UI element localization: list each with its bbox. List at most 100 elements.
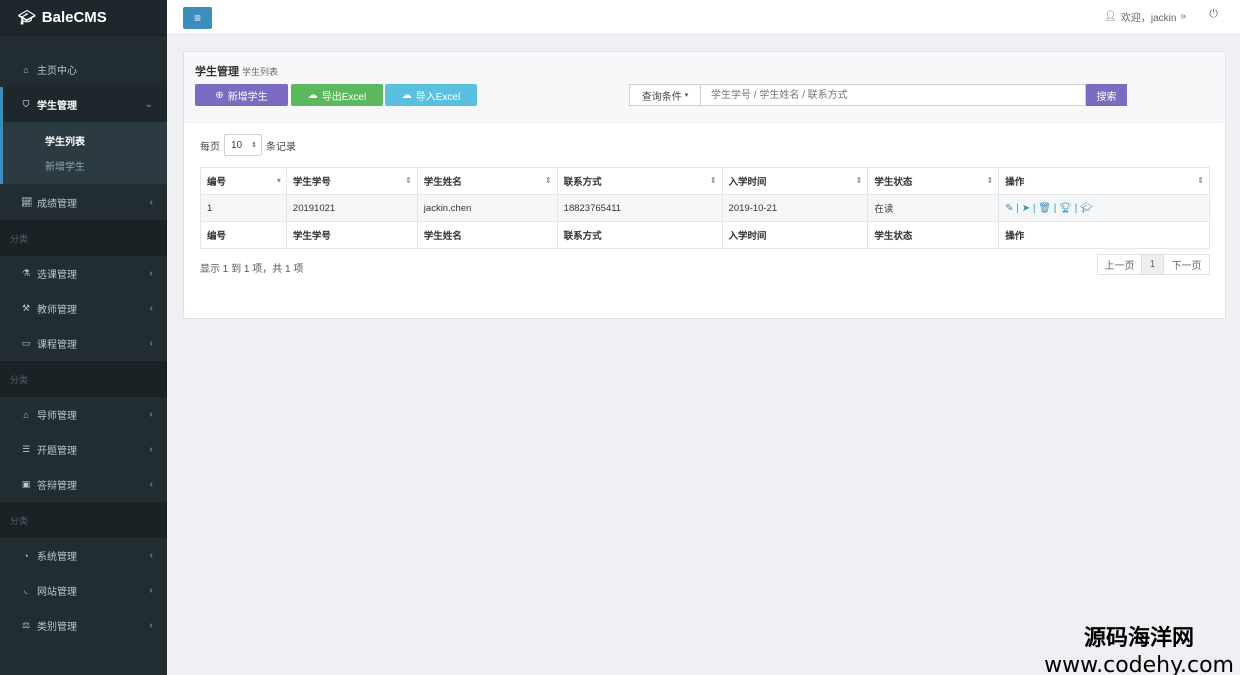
brand-name: BaleCMS <box>41 9 107 26</box>
column-header-contact[interactable]: 联系方式 ⇕ <box>556 167 723 195</box>
graduation-cap-icon: ⛉ <box>22 99 30 109</box>
query-condition-label: 查询条件 <box>641 91 682 103</box>
page-size-select[interactable]: 10 ⇕ <box>224 134 262 156</box>
footer-label: 学生学号 <box>285 221 418 249</box>
sidebar-item-proposals[interactable]: ☰ 开题管理 ‹ <box>0 432 167 467</box>
sidebar-item-tutors[interactable]: ⌂ 导师管理 ‹ <box>0 397 167 432</box>
sidebar-subitem-student-list[interactable]: 学生列表 <box>3 128 167 153</box>
sidebar-item-grades[interactable]: 📈︎ 成绩管理 ‹ <box>0 184 167 220</box>
cell-contact: 18823765411 <box>556 194 723 222</box>
search-input[interactable] <box>701 84 1086 106</box>
chart-icon: 📈︎ <box>21 196 33 207</box>
sort-desc-icon: ▾ <box>276 176 281 185</box>
power-button[interactable]: ⏻ <box>1209 8 1218 21</box>
footer-label: 学生姓名 <box>416 221 558 249</box>
column-header-actions[interactable]: 操作 ⇕ <box>998 167 1210 195</box>
import-excel-label: 导入Excel <box>415 91 461 103</box>
export-excel-button[interactable]: ☁ 导出Excel <box>291 84 383 106</box>
sidebar-item-system[interactable]: ◔ 系统管理 ‹ <box>0 538 167 573</box>
import-excel-button[interactable]: ☁ 导入Excel <box>385 84 477 106</box>
sort-icon: ⇕ <box>1197 176 1204 185</box>
prev-page-button[interactable]: 上一页 <box>1097 254 1142 275</box>
sidebar-item-home[interactable]: ⌂ 主页中心 <box>0 52 167 87</box>
page-title-text: 学生管理 <box>195 66 239 78</box>
chevron-left-icon: ‹ <box>149 196 153 208</box>
sidebar-item-students[interactable]: ⛉ 学生管理 ⌄ <box>0 87 167 122</box>
footer-label: 入学时间 <box>721 221 869 249</box>
cell-enroll-date: 2019-10-21 <box>721 194 869 222</box>
tachometer-icon: ◔ <box>23 550 29 561</box>
updown-icon: ⇕ <box>251 142 257 149</box>
next-page-button[interactable]: 下一页 <box>1164 254 1210 275</box>
caret-down-icon: ▾ <box>684 92 689 99</box>
column-header-label: 学生学号 <box>292 177 331 188</box>
edit-icon[interactable]: ✎ <box>1005 203 1013 214</box>
flask-icon: ⚗ <box>21 268 31 278</box>
sidebar-item-label: 选课管理 <box>37 270 77 281</box>
footer-label: 编号 <box>200 221 287 249</box>
cell-id: 1 <box>200 194 287 222</box>
briefcase-icon: ▣ <box>21 479 31 489</box>
page-title: 学生管理 学生列表 <box>195 63 278 79</box>
watermark-url: www.codehy.com <box>1044 653 1234 675</box>
send-icon[interactable]: ➤ <box>1022 203 1030 214</box>
column-header-label: 入学时间 <box>728 177 767 188</box>
balance-icon: ⚖ <box>21 620 31 630</box>
bank-icon: ⌂ <box>23 409 29 420</box>
desktop-icon: ▭ <box>21 338 31 348</box>
page-number-button[interactable]: 1 <box>1142 254 1164 275</box>
sidebar-item-course-selection[interactable]: ⚗ 选课管理 ‹ <box>0 256 167 291</box>
sidebar-item-defense[interactable]: ▣ 答辩管理 ‹ <box>0 467 167 502</box>
watermark: 源码海洋网 www.codehy.com <box>1044 620 1234 675</box>
column-header-id[interactable]: 编号 ▾ <box>200 167 287 195</box>
table-header-row: 编号 ▾ 学生学号 ⇕ 学生姓名 ⇕ 联系方式 ⇕ 入学时间 ⇕ 学生状态 ⇕ 操作 ⇕ <box>200 167 1210 195</box>
sort-icon: ⇕ <box>855 176 863 185</box>
cell-status: 在读 <box>867 194 1000 222</box>
list-icon: ☰ <box>21 444 31 454</box>
student-table: 编号 ▾ 学生学号 ⇕ 学生姓名 ⇕ 联系方式 ⇕ 入学时间 ⇕ 学生状态 ⇕ 操作 ⇕ 1 … <box>200 167 1210 249</box>
cell-student-name: jackin.chen <box>416 194 558 222</box>
trophy-icon[interactable]: 🏆︎ <box>1059 203 1072 214</box>
home-icon: ⌂ <box>23 64 29 75</box>
sidebar-item-categories[interactable]: ⚖ 类别管理 ‹ <box>0 608 167 643</box>
search-bar: 查询条件 ▾ 搜索 <box>629 84 1127 106</box>
column-header-status[interactable]: 学生状态 ⇕ <box>867 167 1000 195</box>
graduation-cap-icon: 🎓︎ <box>18 9 36 25</box>
power-icon: ⏻ <box>1209 8 1218 20</box>
sidebar: 🎓︎ BaleCMS ⌂ 主页中心 ⛉ 学生管理 ⌄ 学生列表 新增学生 📈︎ 成绩管… <box>0 0 167 675</box>
sidebar-item-courses[interactable]: ▭ 课程管理 ‹ <box>0 326 167 361</box>
user-menu[interactable]: 👤︎ 欢迎，jackin » <box>1104 9 1186 24</box>
column-header-student-number[interactable]: 学生学号 ⇕ <box>285 167 418 195</box>
sort-icon: ⇕ <box>405 176 412 185</box>
search-button[interactable]: 搜索 <box>1086 84 1127 106</box>
graduation-cap-icon[interactable]: 🎓︎ <box>1080 203 1093 214</box>
top-header: ≡ 👤︎ 欢迎，jackin » ⏻ <box>167 0 1240 35</box>
column-header-enroll-date[interactable]: 入学时间 ⇕ <box>721 167 869 195</box>
column-header-label: 学生状态 <box>874 177 913 188</box>
per-page-prefix: 每页 <box>200 141 220 153</box>
column-header-label: 编号 <box>207 177 227 188</box>
pagination-info: 显示 1 到 1 项，共 1 项 <box>200 264 304 275</box>
column-header-student-name[interactable]: 学生姓名 ⇕ <box>416 167 558 195</box>
sidebar-item-label: 网站管理 <box>37 587 77 598</box>
trash-icon[interactable]: 🗑︎ <box>1038 203 1051 214</box>
sidebar-item-label: 导师管理 <box>37 411 77 422</box>
sidebar-item-label: 主页中心 <box>37 66 77 77</box>
page-size-value: 10 <box>231 139 243 151</box>
sidebar-toggle-button[interactable]: ≡ <box>183 7 212 29</box>
brand-logo[interactable]: 🎓︎ BaleCMS <box>0 0 167 35</box>
watermark-cn: 源码海洋网 <box>1083 626 1194 651</box>
query-condition-dropdown[interactable]: 查询条件 ▾ <box>629 84 701 106</box>
sidebar-item-website[interactable]: ◟ 网站管理 ‹ <box>0 573 167 608</box>
sidebar-item-label: 系统管理 <box>37 552 77 563</box>
add-student-button[interactable]: ⊕ 新增学生 <box>195 84 288 106</box>
sidebar-item-label: 成绩管理 <box>37 198 77 210</box>
sidebar-subitem-add-student[interactable]: 新增学生 <box>3 153 167 178</box>
chevron-left-icon: ‹ <box>149 620 153 631</box>
sidebar-item-teachers[interactable]: ⚒ 教师管理 ‹ <box>0 291 167 326</box>
sidebar-item-label: 开题管理 <box>37 446 77 457</box>
chevron-left-icon: ‹ <box>149 409 153 420</box>
sort-icon: ⇕ <box>709 176 717 185</box>
table-row: 1 20191021 jackin.chen 18823765411 2019-… <box>200 194 1210 222</box>
chevron-left-icon: ‹ <box>149 303 153 314</box>
